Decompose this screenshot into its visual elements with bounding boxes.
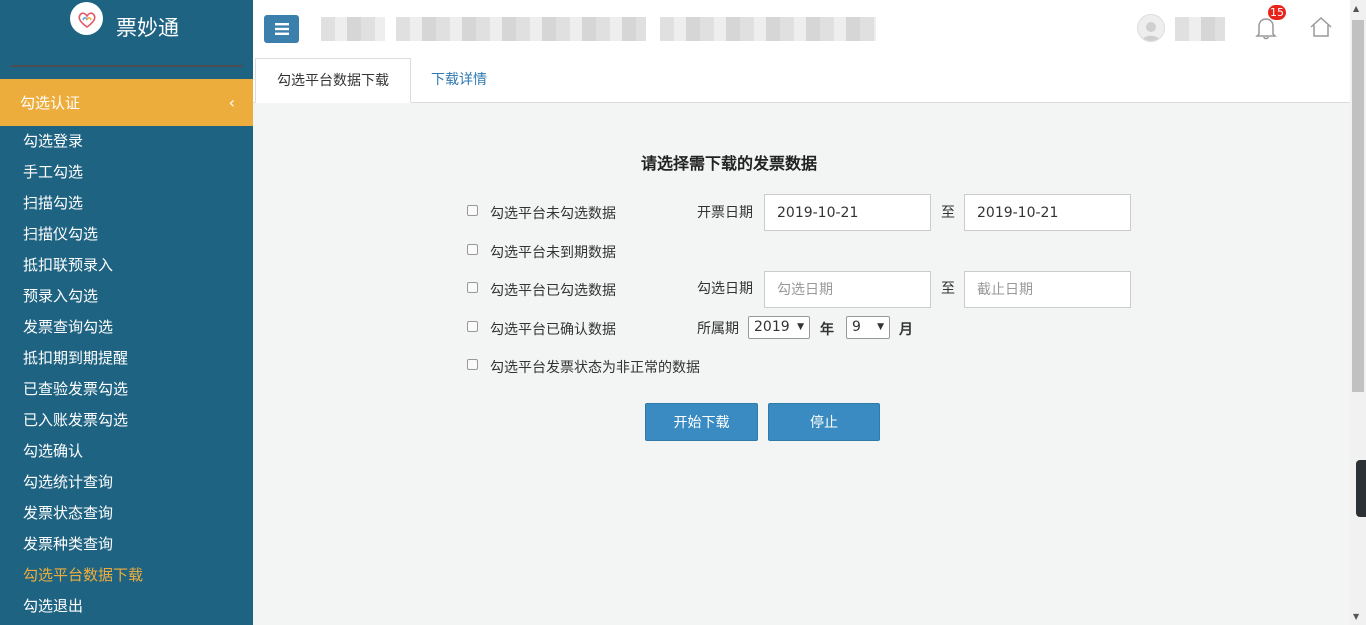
avatar[interactable] bbox=[1137, 14, 1165, 42]
option-label: 勾选平台发票状态为非正常的数据 bbox=[490, 360, 700, 376]
notification-badge: 15 bbox=[1268, 5, 1286, 20]
scroll-down-icon[interactable]: ▼ bbox=[1353, 612, 1359, 621]
sidebar-item-data-download[interactable]: 勾选平台数据下载 bbox=[0, 560, 253, 591]
sidebar-divider bbox=[10, 65, 243, 67]
tab-bar: 勾选平台数据下载 下载详情 bbox=[253, 58, 1350, 103]
app-name: 票妙通 bbox=[116, 16, 179, 40]
option-label: 勾选平台未勾选数据 bbox=[490, 206, 616, 222]
sidebar-nav: 勾选登录 手工勾选 扫描勾选 扫描仪勾选 抵扣联预录入 预录入勾选 发票查询勾选… bbox=[0, 126, 253, 622]
checkbox-abnormal-status-data[interactable] bbox=[467, 359, 478, 370]
side-widget-handle[interactable] bbox=[1356, 460, 1366, 517]
period-label: 所属期 bbox=[697, 321, 739, 337]
tab-data-download[interactable]: 勾选平台数据下载 bbox=[255, 58, 411, 103]
sidebar-item-scanner-select[interactable]: 扫描仪勾选 bbox=[0, 219, 253, 250]
month-select-value: 9 bbox=[852, 319, 861, 335]
home-icon[interactable] bbox=[1309, 16, 1333, 38]
sidebar-item-status-query[interactable]: 发票状态查询 bbox=[0, 498, 253, 529]
sidebar-item-verified-select[interactable]: 已查验发票勾选 bbox=[0, 374, 253, 405]
logo-icon bbox=[70, 2, 103, 35]
dropdown-arrow-icon: ▼ bbox=[797, 322, 804, 332]
sidebar-item-booked-select[interactable]: 已入账发票勾选 bbox=[0, 405, 253, 436]
page-scrollbar[interactable]: ▲ ▼ bbox=[1350, 0, 1366, 625]
sidebar-item-scan-select[interactable]: 扫描勾选 bbox=[0, 188, 253, 219]
sidebar-item-deadline-reminder[interactable]: 抵扣期到期提醒 bbox=[0, 343, 253, 374]
year-select-value: 2019 bbox=[754, 319, 790, 335]
sidebar-section-label: 勾选认证 bbox=[20, 94, 81, 112]
main-content: 请选择需下载的发票数据 勾选平台未勾选数据 开票日期 至 勾选平台未到期数据 勾… bbox=[253, 103, 1350, 625]
sidebar-item-type-query[interactable]: 发票种类查询 bbox=[0, 529, 253, 560]
scrollbar-thumb[interactable] bbox=[1352, 20, 1364, 392]
month-select[interactable]: 9 ▼ bbox=[846, 316, 890, 339]
date-range-separator: 至 bbox=[941, 281, 955, 297]
stop-button[interactable]: 停止 bbox=[768, 403, 880, 441]
sidebar-item-pre-entry-select[interactable]: 预录入勾选 bbox=[0, 281, 253, 312]
invoice-date-label: 开票日期 bbox=[697, 205, 753, 221]
option-label: 勾选平台未到期数据 bbox=[490, 245, 616, 261]
date-range-separator: 至 bbox=[941, 205, 955, 221]
select-date-from-input[interactable] bbox=[764, 271, 931, 308]
invoice-date-to-input[interactable] bbox=[964, 194, 1131, 231]
menu-toggle-button[interactable] bbox=[264, 15, 299, 43]
redacted-text bbox=[396, 17, 646, 41]
sidebar-item-manual-select[interactable]: 手工勾选 bbox=[0, 157, 253, 188]
checkbox-not-due-data[interactable] bbox=[467, 244, 478, 255]
redacted-text bbox=[660, 17, 876, 41]
sidebar-item-logout[interactable]: 勾选退出 bbox=[0, 591, 253, 622]
select-date-to-input[interactable] bbox=[964, 271, 1131, 308]
redacted-text bbox=[321, 17, 385, 41]
chevron-left-icon: ‹ bbox=[228, 93, 235, 112]
hamburger-icon bbox=[274, 23, 289, 35]
select-date-label: 勾选日期 bbox=[697, 281, 753, 297]
sidebar-section-header[interactable]: 勾选认证 ‹ bbox=[0, 79, 253, 126]
month-unit: 月 bbox=[899, 322, 913, 338]
sidebar-item-login[interactable]: 勾选登录 bbox=[0, 126, 253, 157]
brand: 票妙通 bbox=[0, 0, 253, 64]
option-label: 勾选平台已确认数据 bbox=[490, 322, 616, 338]
dropdown-arrow-icon: ▼ bbox=[877, 322, 884, 332]
tab-download-details[interactable]: 下载详情 bbox=[431, 58, 487, 103]
sidebar-item-statistics[interactable]: 勾选统计查询 bbox=[0, 467, 253, 498]
sidebar-item-invoice-query-select[interactable]: 发票查询勾选 bbox=[0, 312, 253, 343]
checkbox-selected-data[interactable] bbox=[467, 282, 478, 293]
form-title: 请选择需下载的发票数据 bbox=[641, 154, 818, 173]
checkbox-confirmed-data[interactable] bbox=[467, 321, 478, 332]
sidebar-item-confirm[interactable]: 勾选确认 bbox=[0, 436, 253, 467]
year-unit: 年 bbox=[820, 322, 834, 338]
invoice-date-from-input[interactable] bbox=[764, 194, 931, 231]
checkbox-unselected-data[interactable] bbox=[467, 205, 478, 216]
option-label: 勾选平台已勾选数据 bbox=[490, 283, 616, 299]
redacted-username bbox=[1175, 17, 1225, 41]
sidebar-item-pre-entry[interactable]: 抵扣联预录入 bbox=[0, 250, 253, 281]
sidebar: 票妙通 勾选认证 ‹ 勾选登录 手工勾选 扫描勾选 扫描仪勾选 抵扣联预录入 预… bbox=[0, 0, 253, 625]
start-download-button[interactable]: 开始下载 bbox=[645, 403, 758, 441]
year-select[interactable]: 2019 ▼ bbox=[748, 316, 810, 339]
scroll-up-icon[interactable]: ▲ bbox=[1353, 4, 1359, 13]
top-bar: 15 bbox=[253, 0, 1350, 58]
